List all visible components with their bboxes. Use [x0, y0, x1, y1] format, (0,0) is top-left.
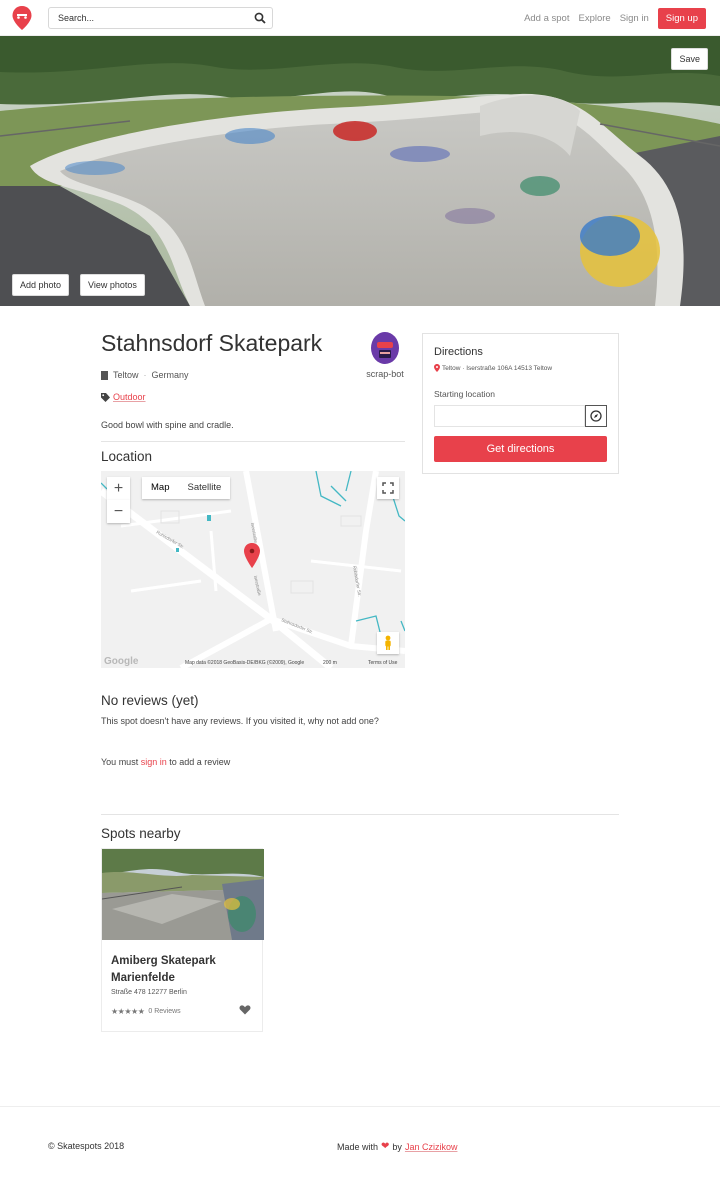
search-input[interactable]	[49, 8, 249, 28]
heart-icon	[239, 1005, 251, 1015]
review-sign-in-link[interactable]: sign in	[141, 757, 167, 767]
skatespots-logo-icon[interactable]	[12, 6, 32, 30]
divider	[101, 441, 405, 442]
pegman-icon	[385, 635, 391, 650]
location-map[interactable]: Iserstraße Iserstraße Ruhlsdorfer Str. S…	[101, 471, 405, 668]
starting-location-label: Starting location	[434, 389, 495, 399]
directions-heading: Directions	[434, 346, 483, 358]
directions-address: Teltow · Iserstraße 106A 14513 Teltow	[434, 364, 552, 372]
nav-links: Add a spot Explore Sign in Sign up	[524, 7, 706, 29]
made-with-by: by	[392, 1141, 402, 1152]
search-box	[48, 7, 273, 29]
author-link[interactable]: Jan Czizikow	[405, 1142, 458, 1152]
skatepark-bowl-image	[0, 36, 720, 306]
add-spot-link[interactable]: Add a spot	[524, 13, 569, 24]
author-avatar[interactable]	[370, 332, 400, 366]
starting-location-input[interactable]	[434, 405, 585, 427]
fullscreen-icon	[382, 482, 394, 494]
fullscreen-button[interactable]	[377, 477, 399, 499]
reviews-heading: No reviews (yet)	[101, 693, 199, 708]
star-rating-icon: ★★★★★	[111, 1007, 145, 1016]
divider	[101, 814, 619, 815]
no-reviews-text: This spot doesn't have any reviews. If y…	[101, 716, 379, 726]
locate-me-button[interactable]	[585, 405, 607, 427]
spot-title: Stahnsdorf Skatepark	[101, 330, 323, 356]
nearby-spot-name[interactable]: Amiberg Skatepark Marienfelde	[111, 953, 251, 987]
search-icon[interactable]	[254, 12, 266, 24]
nearby-spot-card[interactable]: Amiberg Skatepark Marienfelde Straße 478…	[101, 848, 264, 1032]
favorite-button[interactable]	[239, 1004, 251, 1016]
hero-photo: Save Add photo View photos	[0, 36, 720, 306]
compass-icon	[590, 410, 602, 422]
spot-location: Teltow · Germany	[101, 370, 189, 380]
sign-up-button[interactable]: Sign up	[657, 7, 706, 29]
directions-card: Directions Teltow · Iserstraße 106A 1451…	[422, 333, 619, 474]
explore-link[interactable]: Explore	[578, 13, 610, 24]
spot-description: Good bowl with spine and cradle.	[101, 420, 234, 430]
spot-tags: Outdoor	[101, 392, 146, 402]
nearby-spot-rating: ★★★★★ 0 Reviews	[111, 1007, 181, 1016]
tag-icon	[101, 392, 110, 402]
sign-in-to-review: You must sign in to add a review	[101, 757, 230, 767]
building-icon	[101, 370, 108, 380]
zoom-out-button[interactable]: −	[107, 500, 130, 523]
author-name[interactable]: scrap-bot	[362, 369, 408, 379]
map-type-satellite[interactable]: Satellite	[178, 477, 230, 499]
map-footer: Google Map data ©2018 GeoBasis-DE/BKG (©…	[101, 656, 405, 668]
tag-outdoor-link[interactable]: Outdoor	[113, 392, 146, 402]
view-photos-button[interactable]: View photos	[80, 274, 145, 296]
add-photo-button[interactable]: Add photo	[12, 274, 70, 296]
heart-icon: ❤	[381, 1141, 390, 1152]
must-prefix: You must	[101, 757, 141, 767]
map-canvas[interactable]: Iserstraße Iserstraße Ruhlsdorfer Str. S…	[101, 471, 405, 668]
street-view-pegman[interactable]	[377, 632, 399, 654]
sign-in-link[interactable]: Sign in	[620, 13, 649, 24]
nearby-spot-image[interactable]	[102, 849, 264, 940]
map-terms-link[interactable]: Terms of Use	[368, 660, 397, 666]
map-attribution: Map data ©2018 GeoBasis-DE/BKG (©2009), …	[185, 660, 305, 666]
must-suffix: to add a review	[166, 757, 231, 767]
google-logo: Google	[104, 656, 139, 667]
map-type-map[interactable]: Map	[142, 477, 178, 499]
separator-dot: ·	[143, 370, 147, 380]
navbar: Add a spot Explore Sign in Sign up	[0, 0, 720, 36]
map-pin-icon	[434, 364, 440, 372]
copyright-text: © Skatespots 2018	[48, 1141, 125, 1151]
nearby-spot-address: Straße 478 12277 Berlin	[111, 989, 187, 996]
spot-country: Germany	[151, 370, 189, 380]
get-directions-button[interactable]: Get directions	[434, 436, 607, 462]
map-scale: 200 m	[323, 660, 337, 666]
map-type-control: Map Satellite	[142, 477, 231, 499]
footer: © Skatespots 2018 Made with ❤ by Jan Czi…	[0, 1106, 720, 1195]
nearby-heading: Spots nearby	[101, 826, 181, 841]
save-button[interactable]: Save	[671, 48, 708, 70]
nearby-review-count: 0 Reviews	[148, 1008, 181, 1015]
directions-address-text: Teltow · Iserstraße 106A 14513 Teltow	[442, 364, 553, 372]
made-with-text: Made with ❤ by Jan Czizikow	[337, 1141, 457, 1152]
spot-city: Teltow	[113, 370, 139, 380]
zoom-in-button[interactable]: +	[107, 477, 130, 500]
location-heading: Location	[101, 449, 153, 464]
made-with-prefix: Made with	[337, 1141, 379, 1152]
